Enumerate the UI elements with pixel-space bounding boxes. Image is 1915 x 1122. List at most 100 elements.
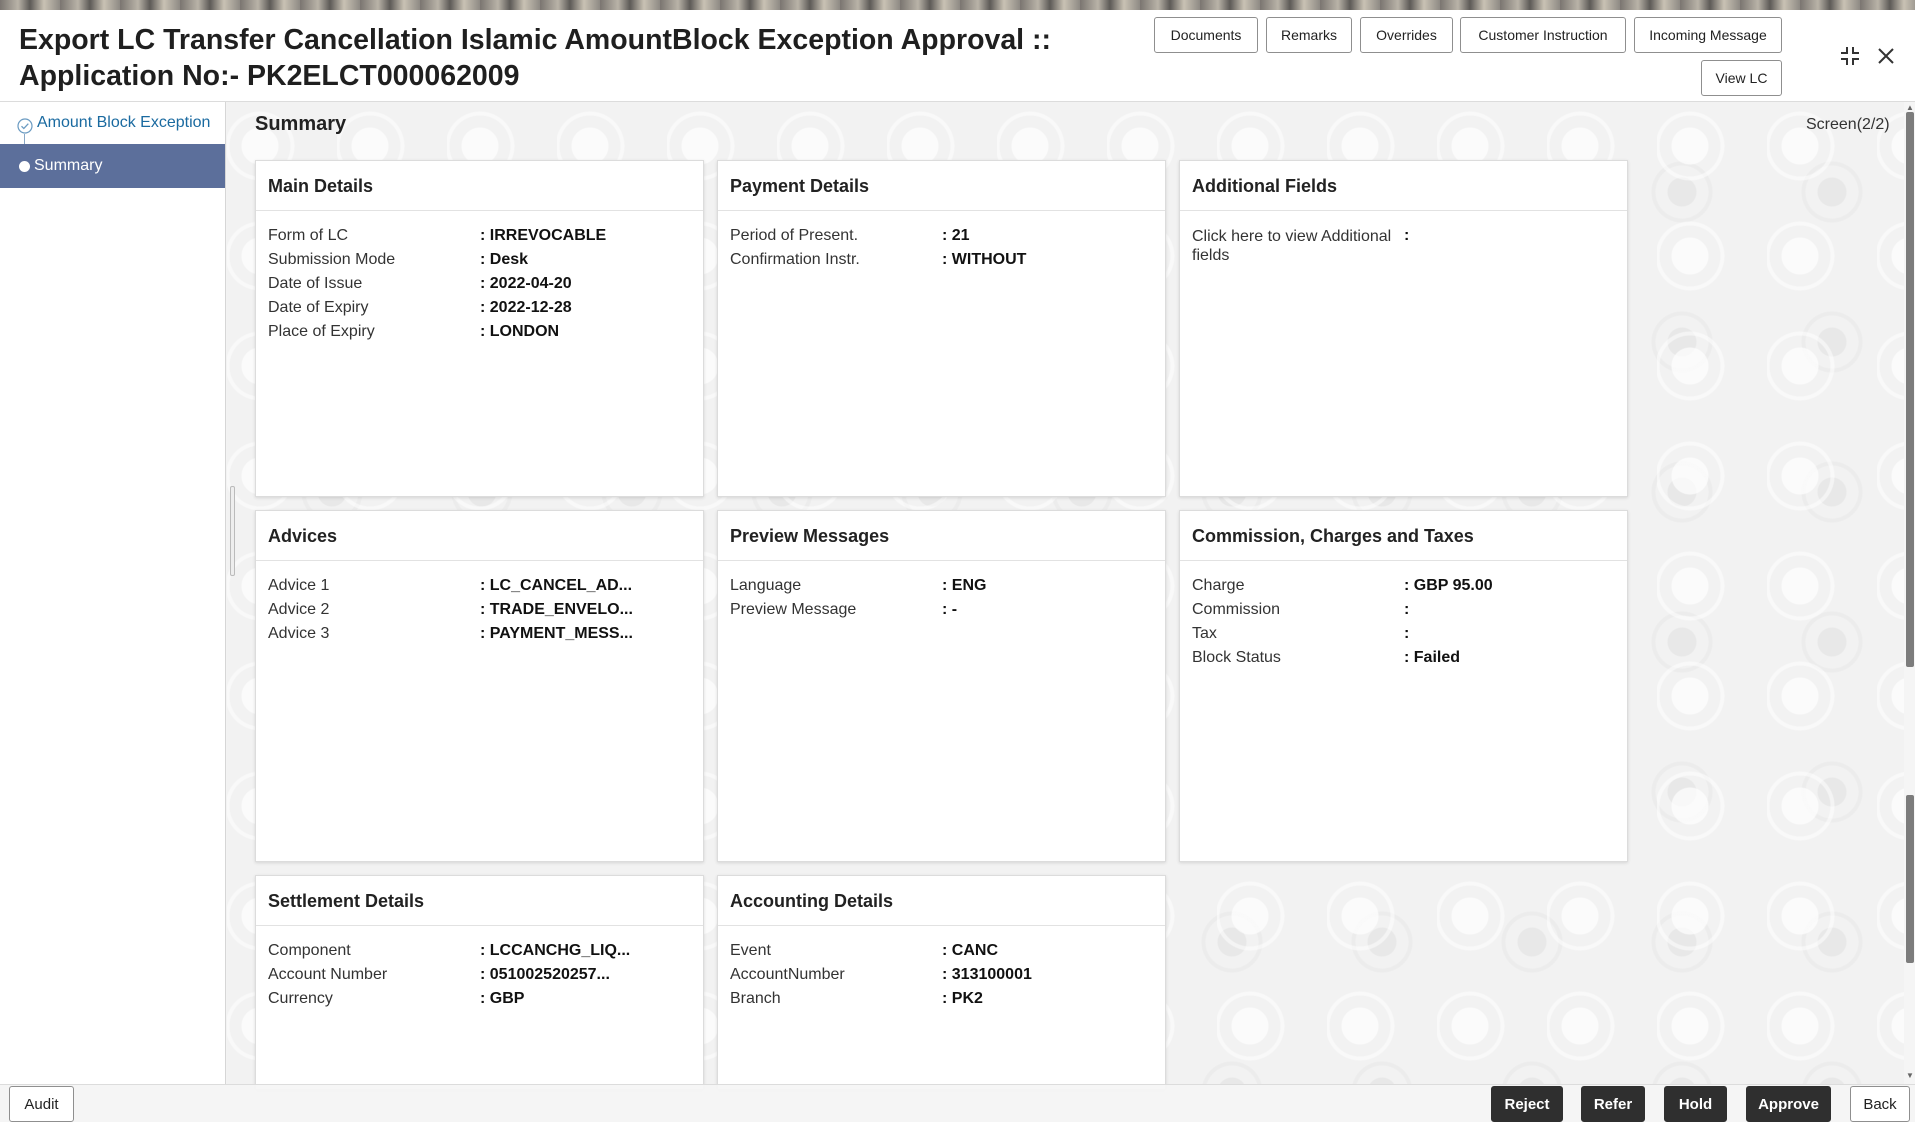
field-value: : IRREVOCABLE <box>480 227 607 244</box>
card-title: Commission, Charges and Taxes <box>1180 511 1627 561</box>
card-title: Preview Messages <box>718 511 1165 561</box>
field-value: : 2022-12-28 <box>480 299 572 316</box>
field-row: Period of Present.: 21 <box>730 227 1165 251</box>
close-icon[interactable] <box>1872 42 1900 70</box>
scrollbar-thumb[interactable] <box>1906 112 1914 667</box>
field-value: : PAYMENT_MESS... <box>480 625 633 642</box>
field-row: Confirmation Instr.: WITHOUT <box>730 251 1165 275</box>
field-label: Advice 1 <box>268 577 330 594</box>
scroll-down-icon[interactable]: ▼ <box>1906 1072 1914 1080</box>
sidebar-item-amount-block-exception[interactable]: Amount Block Exception <box>0 106 226 142</box>
approve-button[interactable]: Approve <box>1746 1086 1831 1122</box>
field-row: Advice 2 : TRADE_ENVELO... <box>268 601 703 625</box>
scroll-up-icon[interactable]: ▲ <box>1906 104 1914 112</box>
field-value: : <box>1404 625 1410 642</box>
card-title: Accounting Details <box>718 876 1165 926</box>
field-row: Preview Message: - <box>730 601 1165 625</box>
hold-button[interactable]: Hold <box>1664 1086 1727 1122</box>
card-title: Additional Fields <box>1180 161 1627 211</box>
field-label: Date of Expiry <box>268 299 369 316</box>
sidebar-item-label: Summary <box>34 157 103 174</box>
field-value: : LCCANCHG_LIQ... <box>480 942 631 959</box>
field-value: : 313100001 <box>942 966 1032 983</box>
field-row: Language : ENG <box>730 577 1165 601</box>
field-label: Advice 2 <box>268 601 330 618</box>
card-title: Settlement Details <box>256 876 703 926</box>
field-value: : GBP <box>480 990 525 1007</box>
top-decorative-strip <box>0 0 1915 10</box>
view-lc-button[interactable]: View LC <box>1701 60 1782 96</box>
field-value: : 051002520257... <box>480 966 610 983</box>
page-title-line1: Export LC Transfer Cancellation Islamic … <box>19 24 1051 56</box>
field-label: Preview Message <box>730 601 857 618</box>
incoming-message-button[interactable]: Incoming Message <box>1634 17 1782 53</box>
card-title: Main Details <box>256 161 703 211</box>
field-row: Date of Expiry : 2022-12-28 <box>268 299 703 323</box>
back-button[interactable]: Back <box>1850 1086 1910 1122</box>
field-row: Click here to view Additional fields: <box>1192 227 1627 267</box>
field-value: : Desk <box>480 251 529 268</box>
field-label: Advice 3 <box>268 625 330 642</box>
section-title: Summary <box>255 113 347 135</box>
scrollbar-thumb-secondary[interactable] <box>1906 795 1914 963</box>
field-row: Tax: <box>1192 625 1627 649</box>
page-title: Export LC Transfer Cancellation Islamic … <box>19 22 1139 94</box>
reject-button[interactable]: Reject <box>1491 1086 1563 1122</box>
pane-splitter-handle[interactable] <box>230 486 235 576</box>
field-row: Advice 3 : PAYMENT_MESS... <box>268 625 703 649</box>
field-value: : GBP 95.00 <box>1404 577 1493 594</box>
documents-button[interactable]: Documents <box>1154 17 1258 53</box>
field-label: Branch <box>730 990 781 1007</box>
field-row: Commission: <box>1192 601 1627 625</box>
field-label: Charge <box>1192 577 1245 594</box>
field-row: Place of Expiry: LONDON <box>268 323 703 347</box>
field-row: Advice 1 : LC_CANCEL_AD... <box>268 577 703 601</box>
sidebar-item-label: Amount Block Exception <box>37 114 211 131</box>
commission-charges-taxes-card[interactable]: Commission, Charges and Taxes Charge : GB… <box>1179 510 1628 862</box>
field-value: : <box>1404 227 1410 244</box>
field-label: Block Status <box>1192 649 1281 666</box>
field-value: : CANC <box>942 942 998 959</box>
field-row: Component : LCCANCHG_LIQ... <box>268 942 703 966</box>
preview-messages-card[interactable]: Preview Messages Language : ENG Preview M… <box>717 510 1166 862</box>
refer-button[interactable]: Refer <box>1581 1086 1645 1122</box>
collapse-icon[interactable] <box>1836 42 1864 70</box>
field-row: Currency : GBP <box>268 990 703 1014</box>
overrides-button[interactable]: Overrides <box>1360 17 1453 53</box>
field-row: Event : CANC <box>730 942 1165 966</box>
field-label: Event <box>730 942 771 959</box>
card-title: Payment Details <box>718 161 1165 211</box>
settlement-details-card[interactable]: Settlement Details Component : LCCANCHG_L… <box>255 875 704 1090</box>
customer-instruction-button[interactable]: Customer Instruction <box>1460 17 1626 53</box>
page-title-line2: Application No:- PK2ELCT000062009 <box>19 60 520 92</box>
field-value: : <box>1404 601 1410 618</box>
field-value: : ENG <box>942 577 987 594</box>
field-label: Submission Mode <box>268 251 396 268</box>
field-value: : LC_CANCEL_AD... <box>480 577 633 594</box>
field-value: : 2022-04-20 <box>480 275 572 292</box>
remarks-button[interactable]: Remarks <box>1266 17 1352 53</box>
field-label: Currency <box>268 990 333 1007</box>
sidebar: Amount Block Exception Summary <box>0 102 226 1084</box>
advices-card[interactable]: Advices Advice 1 : LC_CANCEL_AD... Advice… <box>255 510 704 862</box>
field-value: : TRADE_ENVELO... <box>480 601 633 618</box>
audit-button[interactable]: Audit <box>9 1086 74 1122</box>
field-row: Account Number : 051002520257... <box>268 966 703 990</box>
field-value: : LONDON <box>480 323 560 340</box>
sidebar-item-summary[interactable]: Summary <box>0 144 225 188</box>
accounting-details-card[interactable]: Accounting Details Event: CANC AccountNu… <box>717 875 1166 1090</box>
field-row: Branch: PK2 <box>730 990 1165 1014</box>
field-label: Date of Issue <box>268 275 363 292</box>
status-badge: : Failed <box>1404 649 1461 666</box>
card-title: Advices <box>256 511 703 561</box>
payment-details-card[interactable]: Payment Details Period of Present.: 21 C… <box>717 160 1166 497</box>
dot-icon <box>19 161 30 172</box>
field-label: Account Number <box>268 966 388 983</box>
field-label: Component <box>268 942 351 959</box>
field-label: Commission <box>1192 601 1281 618</box>
main-details-card[interactable]: Main Details Form of LC: IRREVOCABLE Sub… <box>255 160 704 497</box>
field-value: : WITHOUT <box>942 251 1027 268</box>
additional-fields-link[interactable]: Click here to view Additional fields <box>1192 227 1397 265</box>
field-label: Language <box>730 577 802 594</box>
additional-fields-card[interactable]: Additional Fields Click here to view Add… <box>1179 160 1628 497</box>
